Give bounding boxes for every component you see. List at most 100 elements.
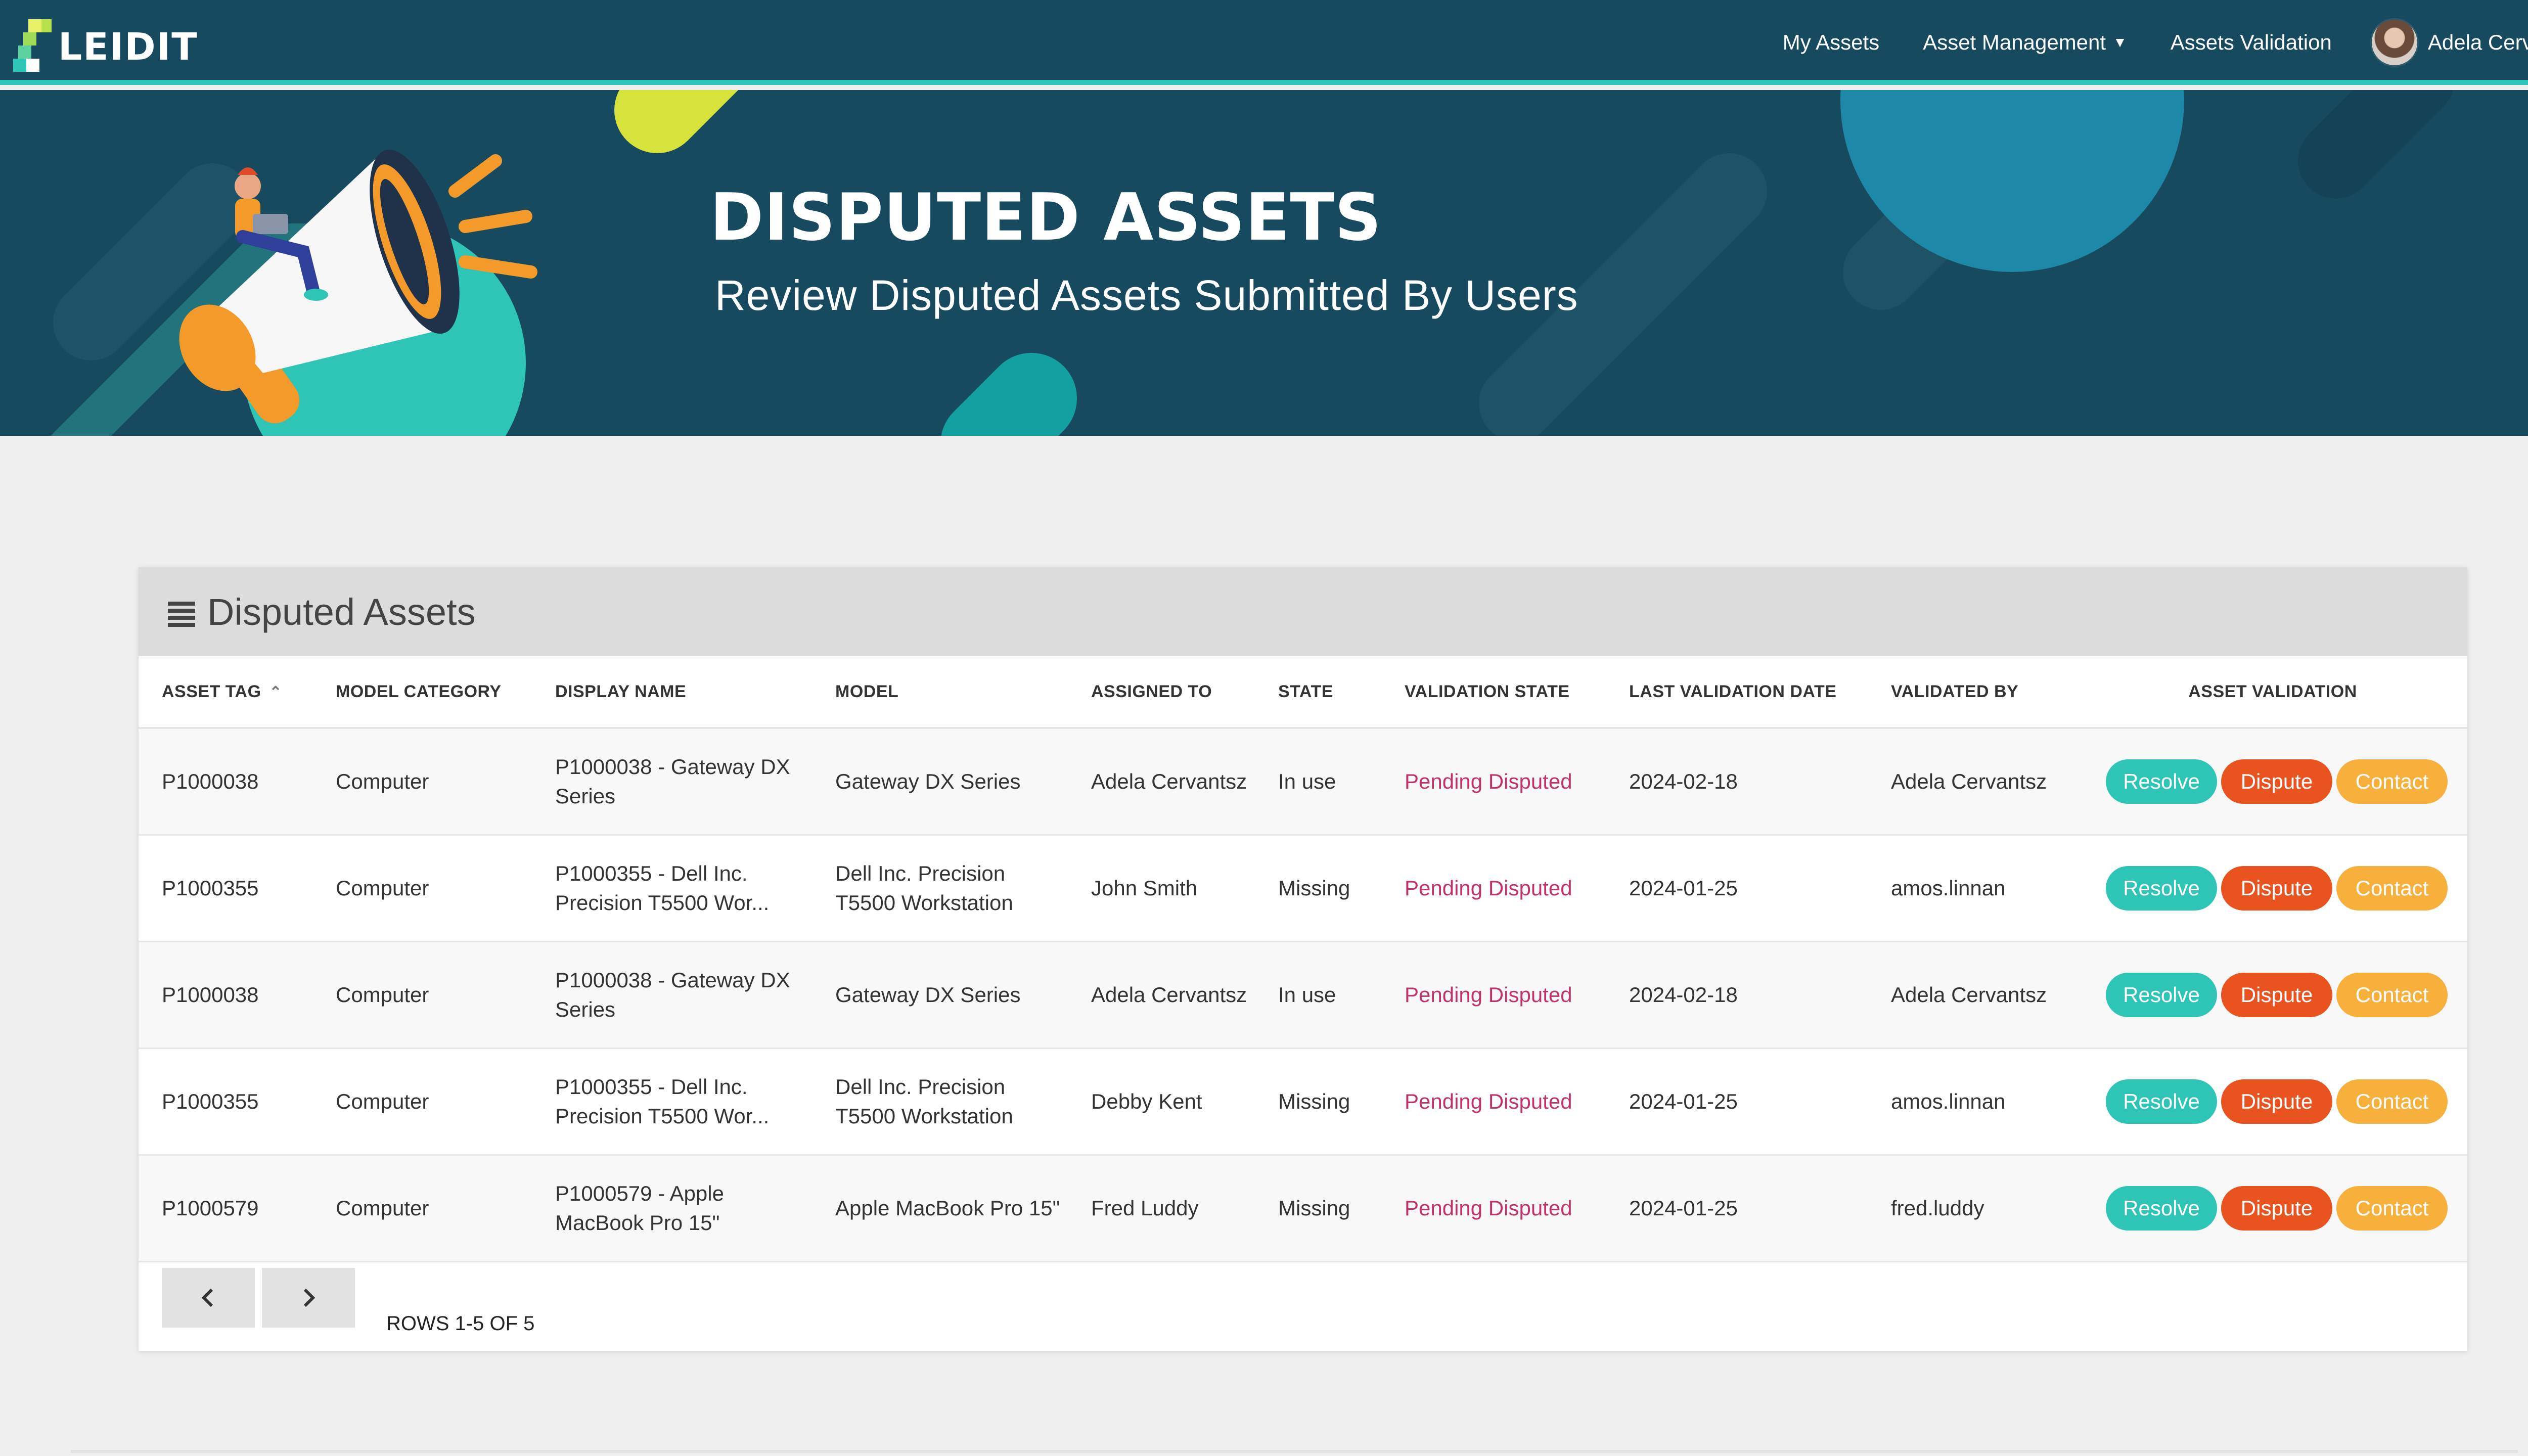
cell-asset-validation: Resolve Dispute Contact — [2078, 835, 2467, 942]
col-assigned-to[interactable]: ASSIGNED TO — [1068, 656, 1255, 729]
user-name: Adela Cervantsz — [2427, 30, 2528, 54]
banner-decoration — [51, 90, 2454, 436]
page-banner: DISPUTED ASSETS Review Disputed Assets S… — [0, 90, 2528, 436]
cell-assigned-to: Adela Cervantsz — [1068, 941, 1255, 1049]
cell-assigned-to: Adela Cervantsz — [1068, 728, 1255, 836]
cell-display-name: P1000038 - Gateway DX Series — [532, 728, 812, 836]
cell-asset-tag: P1000038 — [139, 728, 312, 836]
dispute-button[interactable]: Dispute — [2221, 759, 2332, 804]
resolve-button[interactable]: Resolve — [2106, 866, 2217, 911]
resolve-button[interactable]: Resolve — [2106, 1079, 2217, 1124]
dispute-button[interactable]: Dispute — [2221, 972, 2332, 1017]
dispute-button[interactable]: Dispute — [2221, 866, 2332, 911]
avatar — [2370, 18, 2419, 67]
cell-validated-by: Adela Cervantsz — [1868, 941, 2078, 1049]
cell-model-category: Computer — [312, 941, 532, 1049]
page-title: DISPUTED ASSETS — [710, 180, 1382, 255]
cell-validated-by: fred.luddy — [1868, 1155, 2078, 1262]
cell-model: Gateway DX Series — [812, 728, 1068, 836]
cell-state: In use — [1255, 941, 1381, 1049]
cell-asset-validation: Resolve Dispute Contact — [2078, 728, 2467, 836]
assets-table: ASSET TAG ⌃ MODEL CATEGORY DISPLAY NAME M… — [139, 656, 2467, 1262]
table-body: P1000038 Computer P1000038 - Gateway DX Se… — [139, 728, 2467, 1262]
dispute-button[interactable]: Dispute — [2221, 1186, 2332, 1231]
chevron-left-icon — [201, 1288, 213, 1307]
cell-display-name: P1000355 - Dell Inc. Precision T5500 Wor… — [532, 835, 812, 942]
cell-state: Missing — [1255, 1155, 1381, 1262]
nav-my-assets[interactable]: My Assets — [1783, 30, 1879, 55]
row-actions: Resolve Dispute Contact — [2101, 1079, 2467, 1124]
contact-button[interactable]: Contact — [2336, 1186, 2448, 1231]
contact-button[interactable]: Contact — [2336, 866, 2448, 911]
cell-asset-validation: Resolve Dispute Contact — [2078, 1048, 2467, 1156]
top-navbar: LEIDIT My Assets Asset Management ▼ Asse… — [0, 0, 2528, 85]
cell-display-name: P1000579 - Apple MacBook Pro 15" — [532, 1155, 812, 1262]
table-row[interactable]: P1000038 Computer P1000038 - Gateway DX Se… — [139, 728, 2467, 836]
card-header: Disputed Assets — [139, 567, 2467, 656]
resolve-button[interactable]: Resolve — [2106, 759, 2217, 804]
cell-model: Dell Inc. Precision T5500 Workstation — [812, 835, 1068, 942]
cell-validation-state: Pending Disputed — [1381, 1155, 1606, 1262]
cell-state: Missing — [1255, 835, 1381, 942]
resolve-button[interactable]: Resolve — [2106, 1186, 2217, 1231]
cell-asset-tag: P1000038 — [139, 941, 312, 1049]
cell-model: Dell Inc. Precision T5500 Workstation — [812, 1048, 1068, 1156]
cell-validation-state: Pending Disputed — [1381, 1048, 1606, 1156]
contact-button[interactable]: Contact — [2336, 972, 2448, 1017]
cell-model: Apple MacBook Pro 15" — [812, 1155, 1068, 1262]
col-validated-by[interactable]: VALIDATED BY — [1868, 656, 2078, 729]
cell-model-category: Computer — [312, 835, 532, 942]
resolve-button[interactable]: Resolve — [2106, 972, 2217, 1017]
card-title: Disputed Assets — [207, 590, 476, 633]
col-asset-validation: ASSET VALIDATION — [2078, 656, 2467, 729]
next-page-button[interactable] — [262, 1268, 355, 1328]
col-asset-tag-label: ASSET TAG — [162, 681, 261, 701]
col-last-validation-date[interactable]: LAST VALIDATION DATE — [1606, 656, 1868, 729]
rows-info: ROWS 1-5 OF 5 — [386, 1312, 535, 1335]
table-header-row: ASSET TAG ⌃ MODEL CATEGORY DISPLAY NAME M… — [139, 656, 2467, 729]
col-model[interactable]: MODEL — [812, 656, 1068, 729]
user-menu[interactable]: Adela Cervantsz — [2370, 18, 2528, 67]
sort-ascending-icon[interactable]: ⌃ — [269, 684, 283, 701]
nav-asset-management-label: Asset Management — [1923, 30, 2106, 54]
table-row[interactable]: P1000579 Computer P1000579 - Apple MacBook… — [139, 1155, 2467, 1262]
cell-validation-state: Pending Disputed — [1381, 835, 1606, 942]
nav-assets-validation[interactable]: Assets Validation — [2171, 30, 2332, 55]
col-display-name[interactable]: DISPLAY NAME — [532, 656, 812, 729]
contact-button[interactable]: Contact — [2336, 759, 2448, 804]
cell-last-validation-date: 2024-01-25 — [1606, 835, 1868, 942]
table-row[interactable]: P1000038 Computer P1000038 - Gateway DX Se… — [139, 941, 2467, 1049]
col-state[interactable]: STATE — [1255, 656, 1381, 729]
table-row[interactable]: P1000355 Computer P1000355 - Dell Inc. Pre… — [139, 835, 2467, 942]
cell-model-category: Computer — [312, 728, 532, 836]
cell-validated-by: amos.linnan — [1868, 1048, 2078, 1156]
cell-asset-tag: P1000355 — [139, 1048, 312, 1156]
col-validation-state[interactable]: VALIDATION STATE — [1381, 656, 1606, 729]
nav-links: My Assets Asset Management ▼ Assets Vali… — [1783, 0, 2528, 85]
footer-divider — [71, 1450, 2518, 1453]
cell-validated-by: amos.linnan — [1868, 835, 2078, 942]
disputed-assets-card: Disputed Assets ASSET TAG ⌃ MODEL CATEGOR… — [139, 567, 2467, 1351]
nav-asset-management[interactable]: Asset Management ▼ — [1923, 30, 2127, 55]
list-icon — [168, 602, 195, 627]
col-model-category[interactable]: MODEL CATEGORY — [312, 656, 532, 729]
cell-display-name: P1000038 - Gateway DX Series — [532, 941, 812, 1049]
row-actions: Resolve Dispute Contact — [2101, 972, 2467, 1017]
cell-validated-by: Adela Cervantsz — [1868, 728, 2078, 836]
contact-button[interactable]: Contact — [2336, 1079, 2448, 1124]
cell-asset-tag: P1000355 — [139, 835, 312, 942]
brand-logo[interactable]: LEIDIT — [13, 19, 198, 75]
cell-last-validation-date: 2024-01-25 — [1606, 1048, 1868, 1156]
prev-page-button[interactable] — [162, 1268, 255, 1328]
cell-state: In use — [1255, 728, 1381, 836]
table-row[interactable]: P1000355 Computer P1000355 - Dell Inc. Pre… — [139, 1048, 2467, 1156]
cell-validation-state: Pending Disputed — [1381, 941, 1606, 1049]
chevron-right-icon — [303, 1288, 315, 1307]
cell-model-category: Computer — [312, 1048, 532, 1156]
col-asset-tag[interactable]: ASSET TAG ⌃ — [139, 656, 312, 729]
cell-assigned-to: Debby Kent — [1068, 1048, 1255, 1156]
pagination — [162, 1268, 355, 1328]
brand-name: LEIDIT — [58, 25, 198, 69]
dispute-button[interactable]: Dispute — [2221, 1079, 2332, 1124]
cell-asset-validation: Resolve Dispute Contact — [2078, 1155, 2467, 1262]
